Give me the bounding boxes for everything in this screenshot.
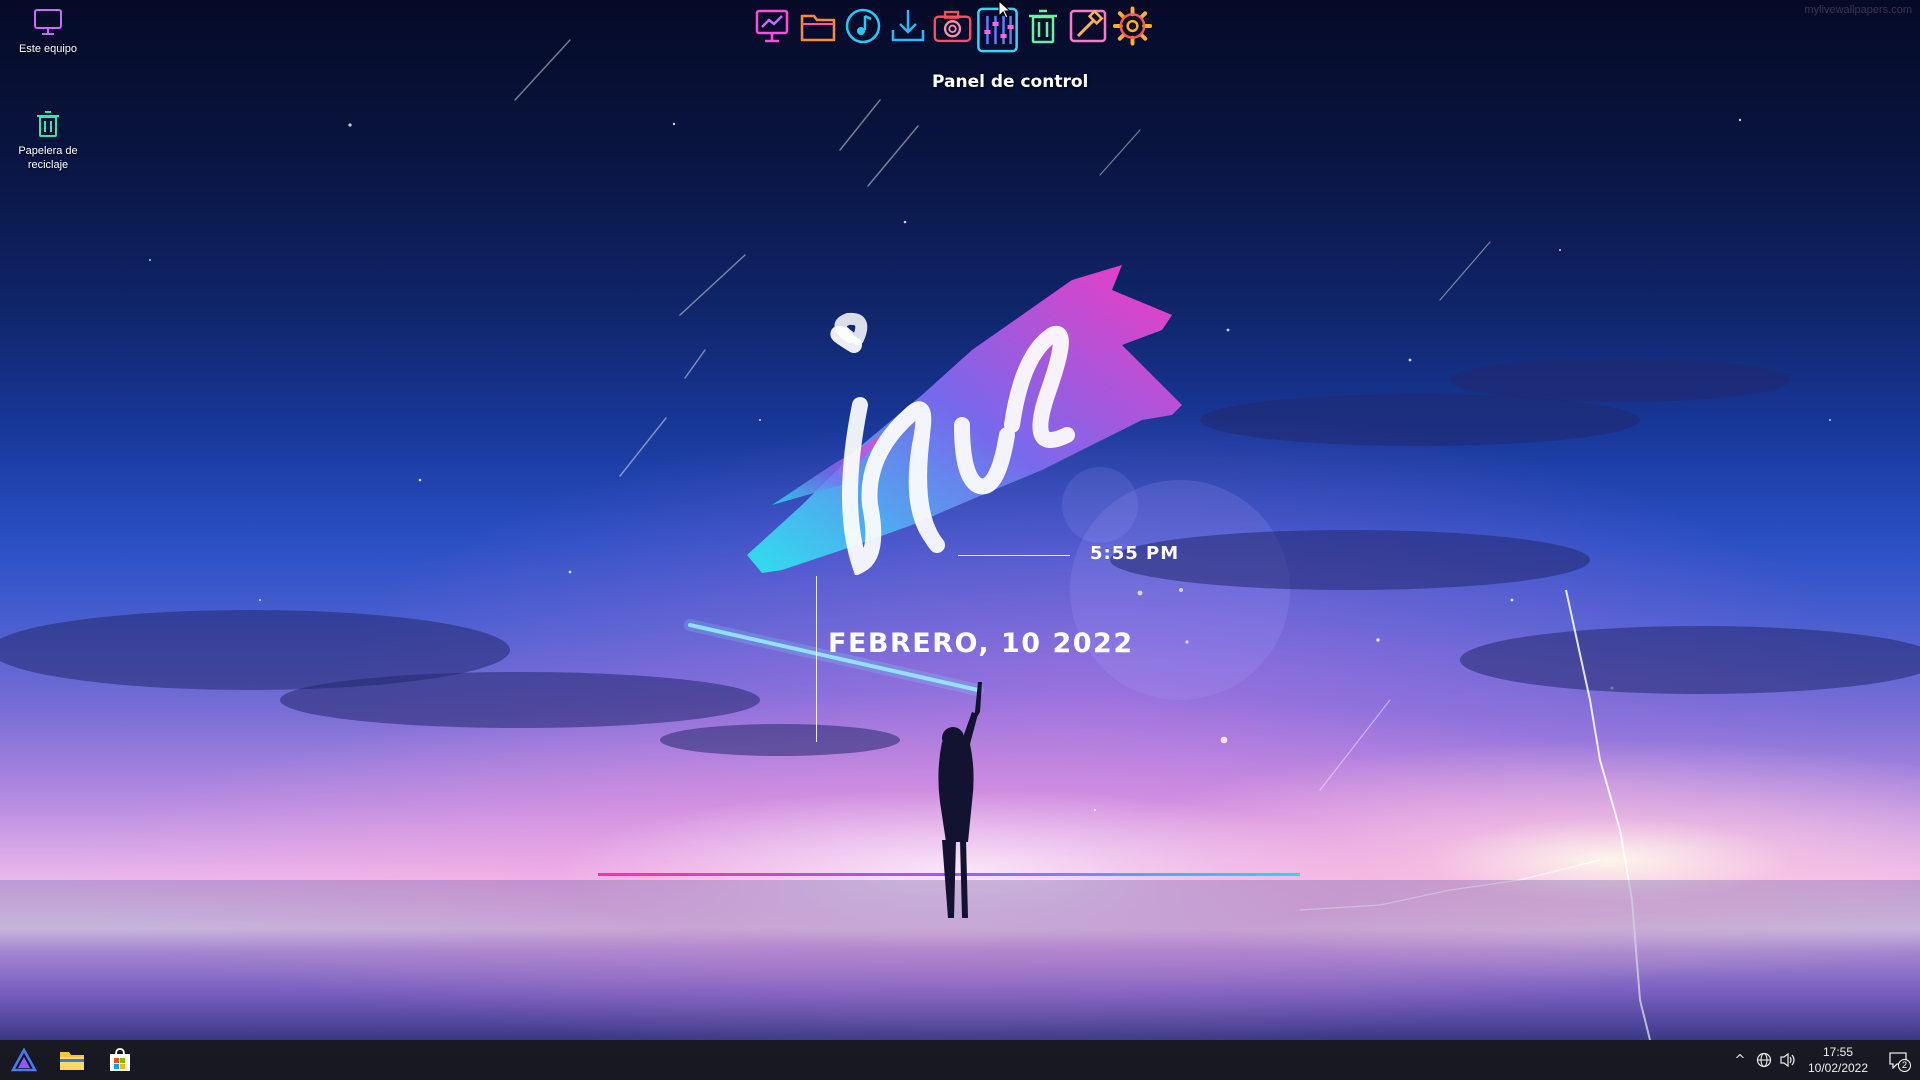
desktop-icon-papelera[interactable]: Papelera de reciclaje — [8, 108, 88, 172]
brush-logo — [747, 265, 1182, 575]
action-center-button[interactable]: 2 — [1876, 1040, 1920, 1080]
system-tray: ^ 17:55 10/02/2022 2 — [1728, 1040, 1920, 1080]
globe-icon — [1756, 1052, 1772, 1068]
network-icon[interactable] — [1752, 1040, 1776, 1080]
taskbar-clock[interactable]: 17:55 10/02/2022 — [1800, 1044, 1876, 1076]
start-triangle-icon — [11, 1048, 37, 1072]
start-button[interactable] — [0, 1040, 48, 1080]
notification-count-badge: 2 — [1898, 1059, 1911, 1072]
store-bag-icon — [110, 1048, 130, 1071]
music-disc-icon — [845, 8, 880, 44]
dock-tooltip: Panel de control — [932, 72, 1089, 92]
widget-time: 5:55 PM — [1090, 543, 1180, 564]
tools-icon — [1069, 9, 1106, 43]
date-divider — [816, 576, 817, 742]
clock-time: 17:55 — [1822, 1045, 1854, 1059]
folder-icon — [800, 14, 835, 42]
mouse-cursor-icon — [998, 0, 1012, 19]
monitor-chart-icon — [755, 9, 788, 43]
dock-item-music[interactable] — [842, 4, 883, 48]
speaker-icon — [1780, 1052, 1795, 1068]
desktop-icon-label: Este equipo — [18, 43, 78, 55]
trash-icon — [1028, 9, 1057, 44]
dock-item-trash[interactable] — [1022, 4, 1063, 48]
camera-icon — [933, 10, 972, 43]
dock-item-folder[interactable] — [797, 4, 838, 48]
clock-date: 10/02/2022 — [1807, 1061, 1869, 1075]
dock-item-tools[interactable] — [1067, 4, 1108, 48]
desktop-icon-label: Papelera de reciclaje — [18, 145, 78, 171]
taskbar-store[interactable] — [96, 1040, 144, 1080]
app-dock — [752, 4, 1153, 53]
taskbar: ^ 17:55 10/02/2022 2 — [0, 1040, 1920, 1080]
widget-date: FEBRERO, 10 2022 — [828, 628, 1134, 659]
desktop-icon-este-equipo[interactable]: Este equipo — [8, 6, 88, 56]
dock-item-settings[interactable] — [1112, 4, 1153, 48]
time-divider — [958, 555, 1070, 556]
volume-icon[interactable] — [1776, 1040, 1800, 1080]
silhouette-figure — [938, 682, 982, 918]
download-icon — [891, 10, 924, 42]
gear-icon — [1112, 6, 1153, 46]
recycle-bin-icon — [37, 111, 59, 137]
folder-icon — [60, 1052, 84, 1070]
tray-chevron-icon[interactable]: ^ — [1728, 1040, 1752, 1080]
wallpaper-watermark: mylivewallpapers.com — [1804, 4, 1912, 16]
computer-icon — [34, 9, 62, 35]
dock-item-monitor[interactable] — [752, 4, 793, 48]
taskbar-file-explorer[interactable] — [48, 1040, 96, 1080]
dock-item-download[interactable] — [887, 4, 928, 48]
dock-item-camera[interactable] — [932, 4, 973, 48]
